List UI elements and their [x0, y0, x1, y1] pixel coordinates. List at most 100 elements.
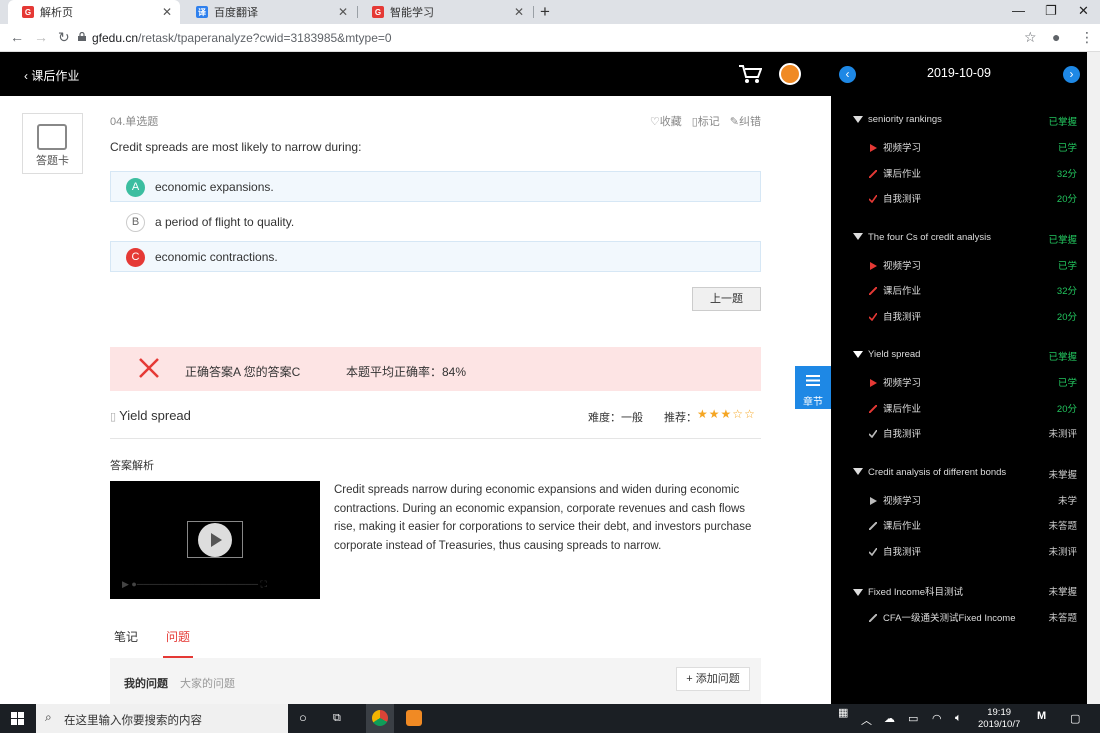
difficulty-label: 难度：一般 — [588, 412, 643, 424]
restore-icon[interactable]: ❐ — [1045, 3, 1057, 19]
sidebar-section[interactable]: Fixed Income科目测试 — [853, 584, 963, 598]
url-input[interactable]: gfedu.cn/retask/tpaperanalyze?cwid=31839… — [92, 31, 392, 45]
option-c[interactable]: C economic contractions. — [110, 241, 761, 272]
sidebar-date: 2019-10-09 — [927, 66, 991, 80]
chrome-taskbar-button[interactable] — [366, 704, 394, 733]
section-status: 未掌握 — [1048, 469, 1077, 481]
volume-icon[interactable]: 🔈︎ — [955, 712, 962, 725]
report-error-button[interactable]: ✎纠错 — [730, 113, 761, 129]
user-avatar[interactable] — [779, 63, 801, 85]
average-accuracy: 本题平均正确率：84% — [346, 365, 467, 379]
item-label: 课后作业 — [883, 168, 922, 180]
sidebar-section[interactable]: Credit analysis of different bonds — [853, 467, 1006, 478]
back-label: 课后作业 — [31, 69, 80, 83]
favorite-button[interactable]: ♡收藏 — [650, 113, 682, 129]
taskbar-search[interactable]: ⌕ 在这里输入你要搜索的内容 — [36, 704, 288, 733]
star-empty-icon: ☆ — [744, 407, 756, 421]
window-close-icon[interactable]: ✕ — [1078, 3, 1089, 19]
windows-start-icon[interactable] — [11, 712, 24, 725]
sidebar-item[interactable]: 视频学习 — [869, 140, 921, 154]
tab-notes[interactable]: 笔记 — [114, 628, 138, 645]
taskbar-search-input[interactable]: 在这里输入你要搜索的内容 — [64, 712, 202, 728]
sidebar-item[interactable]: 视频学习 — [869, 258, 921, 272]
wrong-x-icon — [139, 358, 159, 378]
browser-tab-2[interactable]: 译 百度翻译 ✕ — [182, 0, 356, 24]
section-status: 已掌握 — [1048, 234, 1077, 246]
gfedu-icon: G — [22, 6, 34, 18]
sidebar-section[interactable]: seniority rankings — [853, 114, 942, 125]
ime-icon[interactable]: M — [1037, 710, 1046, 722]
show-hidden-icons-icon[interactable]: ︿ — [861, 712, 872, 728]
result-banner: 正确答案A 您的答案C 本题平均正确率：84% — [110, 347, 761, 391]
task-view-icon[interactable]: ⧉ — [333, 712, 341, 725]
baidu-translate-icon: 译 — [196, 6, 208, 18]
item-status: 已学 — [1057, 378, 1077, 389]
reload-icon[interactable]: ↻ — [58, 29, 70, 46]
sidebar-item[interactable]: 自我测评 — [868, 544, 921, 558]
star-empty-icon: ☆ — [732, 407, 745, 421]
profile-icon[interactable]: ● — [1052, 29, 1060, 45]
add-question-button[interactable]: + 添加问题 — [676, 667, 750, 691]
cloud-icon[interactable]: ☁ — [884, 712, 895, 725]
close-tab-icon[interactable]: ✕ — [162, 5, 172, 19]
browser-tab-title: 百度翻译 — [214, 7, 258, 19]
wifi-icon[interactable]: ◠ — [932, 712, 942, 725]
sidebar-scrollbar[interactable] — [1087, 52, 1100, 704]
star-filled-icon: ★ — [720, 407, 733, 421]
tab-questions[interactable]: 问题 — [166, 628, 190, 645]
back-to-homework-link[interactable]: ‹ 课后作业 — [24, 67, 79, 84]
sidebar-item[interactable]: 课后作业 — [868, 283, 921, 297]
bookmark-star-icon[interactable]: ☆ — [1024, 29, 1037, 46]
topic-name: Yield spread — [119, 408, 191, 423]
sidebar-item[interactable]: 自我测评 — [868, 309, 921, 323]
browser-tab-3[interactable]: G 智能学习 ✕ — [358, 0, 532, 24]
sidebar-item[interactable]: 课后作业 — [868, 166, 922, 180]
sidebar-item[interactable]: 视频学习 — [869, 375, 921, 389]
option-a[interactable]: A economic expansions. — [110, 171, 761, 202]
search-icon: ⌕ — [45, 710, 52, 724]
sidebar-item[interactable]: CFA一级通关测试Fixed Income — [868, 610, 1016, 624]
question-actions: ♡收藏 ▯标记 ✎纠错 — [650, 113, 761, 129]
sidebar-section[interactable]: Yield spread — [853, 349, 920, 360]
close-tab-icon[interactable]: ✕ — [514, 5, 524, 19]
taskbar-clock[interactable]: 19:19 2019/10/7 — [978, 707, 1020, 731]
minimize-icon[interactable]: — — [1012, 3, 1025, 18]
notification-icon[interactable]: ▢ — [1070, 712, 1080, 725]
video-controls[interactable]: ▶ ●─────────────────── ⛶ — [122, 579, 267, 590]
url-host: gfedu.cn — [92, 31, 139, 45]
sidebar-item[interactable]: 自我测评 — [868, 426, 921, 440]
cart-icon[interactable] — [738, 64, 762, 84]
video-player[interactable]: ▶ ●─────────────────── ⛶ — [110, 481, 320, 599]
sidebar-item[interactable]: 自我测评 — [868, 191, 921, 205]
menu-dots-icon[interactable]: ⋮ — [1080, 29, 1094, 46]
item-label: 视频学习 — [883, 143, 922, 154]
sidebar-item[interactable]: 课后作业 — [868, 401, 921, 415]
sidebar-item[interactable]: 课后作业 — [868, 518, 921, 532]
question-number: 04.单选题 — [110, 116, 159, 128]
all-questions-tab[interactable]: 大家的问题 — [180, 675, 235, 691]
back-arrow-icon[interactable]: ← — [10, 29, 24, 45]
sidebar-item[interactable]: 视频学习 — [869, 493, 921, 507]
battery-icon[interactable]: ▭ — [908, 712, 918, 725]
gfedu-icon: G — [372, 6, 384, 18]
new-tab-icon[interactable]: + — [540, 2, 550, 22]
forward-arrow-icon[interactable]: → — [34, 29, 48, 45]
option-b[interactable]: B a period of flight to quality. — [110, 206, 761, 237]
cortana-icon[interactable]: ○ — [299, 710, 307, 725]
play-button[interactable] — [198, 523, 232, 557]
option-letter: B — [126, 213, 145, 232]
my-questions-tab[interactable]: 我的问题 — [124, 675, 168, 691]
video-icon — [869, 261, 877, 270]
keyboard-icon[interactable]: ▦ — [838, 706, 848, 719]
answer-card-button[interactable]: 答题卡 — [22, 113, 83, 174]
sidebar-section[interactable]: The four Cs of credit analysis — [853, 232, 991, 243]
chapter-toggle-button[interactable]: 章节 — [795, 366, 831, 409]
next-date-button[interactable]: › — [1063, 66, 1080, 83]
close-tab-icon[interactable]: ✕ — [338, 5, 348, 19]
previous-question-button[interactable]: 上一题 — [692, 287, 761, 311]
app-header: ‹ 课后作业 — [0, 52, 831, 96]
gfedu-taskbar-button[interactable] — [400, 704, 428, 733]
browser-tab-1[interactable]: G 解析页 ✕ — [8, 0, 180, 24]
mark-button[interactable]: ▯标记 — [692, 113, 720, 129]
prev-date-button[interactable]: ‹ — [839, 66, 856, 83]
